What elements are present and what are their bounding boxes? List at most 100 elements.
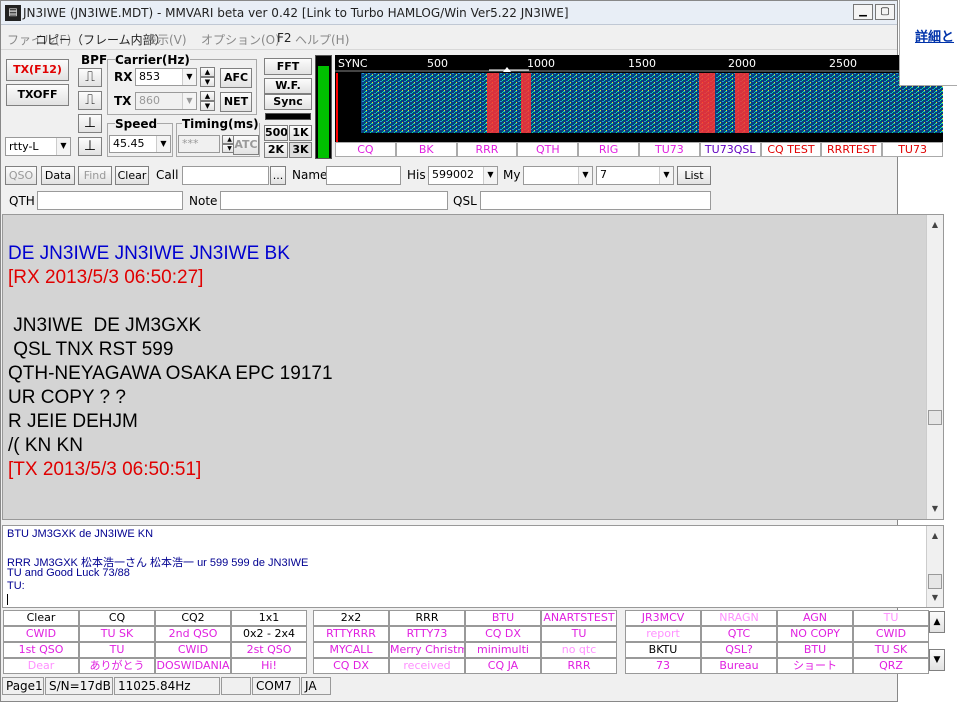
macro-button[interactable]: BTU bbox=[777, 642, 853, 658]
list-button[interactable]: List bbox=[677, 166, 711, 185]
bpf-medium-icon[interactable]: ⎍ bbox=[78, 91, 102, 110]
net-button[interactable]: NET bbox=[220, 92, 252, 112]
macro-button[interactable]: QRZ bbox=[853, 658, 929, 674]
bpf-sharp-icon[interactable]: ⊥ bbox=[78, 137, 102, 156]
name-input[interactable] bbox=[326, 166, 401, 185]
afc-button[interactable]: AFC bbox=[220, 68, 252, 88]
macro-button[interactable]: JR3MCV bbox=[625, 610, 701, 626]
macro-page-up-icon[interactable]: ▲ bbox=[929, 611, 945, 633]
spectrum-macro-button[interactable]: TU73QSL bbox=[699, 142, 761, 157]
speed-select[interactable]: 45.45 ▼ bbox=[109, 135, 171, 153]
macro-button[interactable]: RTTY73 bbox=[389, 626, 465, 642]
tx-scrollbar[interactable]: ▲ ▼ bbox=[926, 526, 943, 607]
macro-button[interactable]: 73 bbox=[625, 658, 701, 674]
spectrum-macro-button[interactable]: TU73 bbox=[882, 142, 943, 157]
fft-button[interactable]: FFT bbox=[264, 58, 312, 75]
macro-button[interactable]: Hi! bbox=[231, 658, 307, 674]
macro-button[interactable]: CWID bbox=[155, 642, 231, 658]
macro-button[interactable]: Merry Christmas bbox=[389, 642, 465, 658]
rx-up-icon[interactable]: ▲ bbox=[200, 67, 215, 77]
menu-options[interactable]: オプション(O) bbox=[201, 31, 280, 48]
macro-button[interactable]: TU bbox=[79, 642, 155, 658]
macro-button[interactable]: CQ JA bbox=[465, 658, 541, 674]
macro-button[interactable]: ANARTSTEST bbox=[541, 610, 617, 626]
my-rst-select[interactable]: ▼ bbox=[523, 166, 593, 185]
macro-button[interactable]: QSL? bbox=[701, 642, 777, 658]
band-select[interactable]: 7 ▼ bbox=[596, 166, 674, 185]
menu-view[interactable]: 表示(V) bbox=[145, 31, 187, 48]
scroll-up-icon[interactable]: ▲ bbox=[927, 528, 943, 544]
find-button[interactable]: Find bbox=[78, 166, 112, 185]
qsl-input[interactable] bbox=[480, 191, 711, 210]
spectrum-macro-button[interactable]: TU73 bbox=[639, 142, 700, 157]
macro-button[interactable]: CQ DX bbox=[465, 626, 541, 642]
macro-button[interactable]: ショート bbox=[777, 658, 853, 674]
sync-button[interactable]: Sync bbox=[264, 94, 312, 110]
scroll-down-icon[interactable]: ▼ bbox=[927, 590, 943, 606]
macro-button[interactable]: 2nd QSO bbox=[155, 626, 231, 642]
scroll-down-icon[interactable]: ▼ bbox=[927, 501, 943, 517]
tx-down-icon[interactable]: ▼ bbox=[200, 101, 215, 111]
spectrum-macro-button[interactable]: RIG bbox=[578, 142, 639, 157]
clear-log-button[interactable]: Clear bbox=[115, 166, 149, 185]
macro-button[interactable]: report bbox=[625, 626, 701, 642]
qth-input[interactable] bbox=[37, 191, 183, 210]
bpf-wide-icon[interactable]: ⎍ bbox=[78, 68, 102, 87]
macro-button[interactable]: DOSWIDANIA bbox=[155, 658, 231, 674]
macro-button[interactable]: CQ bbox=[79, 610, 155, 626]
receive-text-pane[interactable]: DE JN3IWE JN3IWE JN3IWE BK [RX 2013/5/3 0… bbox=[2, 214, 944, 520]
transmit-text-pane[interactable]: BTU JM3GXK de JN3IWE KN RRR JM3GXK 松本浩一さん… bbox=[2, 525, 944, 608]
spectrum-macro-button[interactable]: CQ bbox=[335, 142, 396, 157]
macro-button[interactable]: MYCALL bbox=[313, 642, 389, 658]
span-1k-button[interactable]: 1K bbox=[289, 125, 312, 141]
scroll-thumb[interactable] bbox=[928, 574, 942, 589]
macro-button[interactable]: CWID bbox=[3, 626, 79, 642]
macro-button[interactable]: RRR bbox=[389, 610, 465, 626]
macro-button[interactable]: CQ2 bbox=[155, 610, 231, 626]
minimize-icon[interactable]: ▁ bbox=[853, 4, 873, 20]
macro-button[interactable]: received bbox=[389, 658, 465, 674]
macro-button[interactable]: Clear bbox=[3, 610, 79, 626]
macro-button[interactable]: ありがとう bbox=[79, 658, 155, 674]
macro-button[interactable]: no qtc bbox=[541, 642, 617, 658]
macro-button[interactable]: 0x2 - 2x4 bbox=[231, 626, 307, 642]
macro-button[interactable]: NRAGN bbox=[701, 610, 777, 626]
spectrum-macro-button[interactable]: QTH bbox=[517, 142, 579, 157]
note-input[interactable] bbox=[220, 191, 448, 210]
scroll-thumb[interactable] bbox=[928, 410, 942, 425]
his-rst-select[interactable]: 599002 ▼ bbox=[428, 166, 498, 185]
scroll-up-icon[interactable]: ▲ bbox=[927, 217, 943, 233]
data-button[interactable]: Data bbox=[41, 166, 75, 185]
macro-button[interactable]: CWID bbox=[853, 626, 929, 642]
macro-button[interactable]: QTC bbox=[701, 626, 777, 642]
waterfall-display[interactable]: SYNC 500 1000 1500 2000 2500 bbox=[335, 55, 943, 142]
macro-button[interactable]: TU bbox=[853, 610, 929, 626]
rx-scrollbar[interactable]: ▲ ▼ bbox=[926, 215, 943, 519]
macro-button[interactable]: Bureau bbox=[701, 658, 777, 674]
tx-frequency-select[interactable]: 860 ▼ bbox=[135, 92, 197, 110]
macro-button[interactable]: BTU bbox=[465, 610, 541, 626]
details-link[interactable]: 詳細と bbox=[915, 26, 954, 45]
rx-frequency-select[interactable]: 853 ▼ bbox=[135, 68, 197, 86]
menu-f2[interactable]: F2 bbox=[277, 31, 292, 45]
timing-input[interactable]: *** bbox=[178, 135, 220, 153]
spectrum-macro-button[interactable]: RRRTEST bbox=[821, 142, 883, 157]
mode-select[interactable]: rtty-L ▼ bbox=[5, 137, 71, 156]
span-3k-button[interactable]: 3K bbox=[289, 142, 312, 158]
macro-button[interactable]: Dear bbox=[3, 658, 79, 674]
menu-help[interactable]: ヘルプ(H) bbox=[295, 31, 349, 48]
macro-button[interactable]: 2x2 bbox=[313, 610, 389, 626]
macro-button[interactable]: 2st QSO bbox=[231, 642, 307, 658]
span-500-button[interactable]: 500 bbox=[264, 125, 288, 141]
spectrum-macro-button[interactable]: RRR bbox=[456, 142, 518, 157]
atc-button[interactable]: ATC bbox=[233, 135, 259, 155]
macro-page-down-icon[interactable]: ▼ bbox=[929, 649, 945, 671]
spectrum-macro-button[interactable]: BK bbox=[395, 142, 457, 157]
tx-up-icon[interactable]: ▲ bbox=[200, 91, 215, 101]
app-icon[interactable]: ▤ bbox=[5, 5, 21, 21]
macro-button[interactable]: minimulti bbox=[465, 642, 541, 658]
macro-button[interactable]: CQ DX bbox=[313, 658, 389, 674]
tx-button[interactable]: TX(F12) bbox=[6, 59, 69, 81]
macro-button[interactable]: TU bbox=[541, 626, 617, 642]
macro-button[interactable]: RTTYRRR bbox=[313, 626, 389, 642]
